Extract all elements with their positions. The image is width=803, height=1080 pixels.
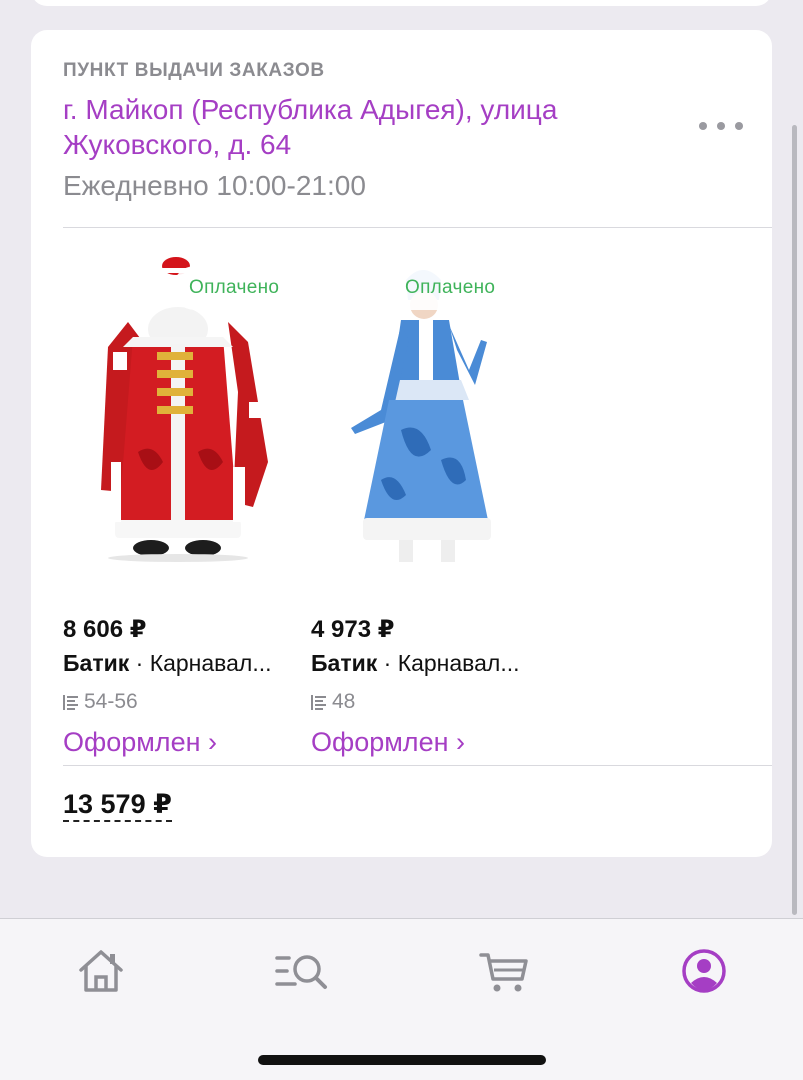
product-name: Карнавал... xyxy=(397,650,520,676)
size-lines-icon xyxy=(63,694,78,710)
product-size: 54-56 xyxy=(63,690,138,714)
home-indicator xyxy=(258,1055,546,1065)
paid-badge: Оплачено xyxy=(173,266,296,310)
product-name: Карнавал... xyxy=(149,650,272,676)
separator: · xyxy=(129,650,150,676)
order-status-link[interactable]: Оформлен › xyxy=(63,727,217,758)
dot xyxy=(717,122,725,130)
product-size-value: 54-56 xyxy=(84,690,138,713)
profile-icon xyxy=(682,949,726,993)
tab-profile[interactable] xyxy=(678,945,730,997)
product-price: 4 973 ₽ xyxy=(311,616,395,643)
home-icon xyxy=(79,950,123,992)
scrollbar[interactable] xyxy=(792,125,797,915)
separator: · xyxy=(377,650,398,676)
divider xyxy=(63,765,772,766)
tab-home[interactable] xyxy=(75,945,127,997)
product-title[interactable]: Батик · Карнавал... xyxy=(311,650,520,677)
more-options-button[interactable] xyxy=(699,112,743,140)
pickup-address[interactable]: г. Майкоп (Республика Адыгея), улица Жук… xyxy=(63,92,663,162)
previous-card xyxy=(31,0,772,6)
paid-badge: Оплачено xyxy=(389,266,512,310)
product-size: 48 xyxy=(311,690,355,714)
order-total[interactable]: 13 579 ₽ xyxy=(63,790,172,822)
product-price: 8 606 ₽ xyxy=(63,616,147,643)
order-status-link[interactable]: Оформлен › xyxy=(311,727,465,758)
pickup-caption: ПУНКТ ВЫДАЧИ ЗАКАЗОВ xyxy=(63,60,325,81)
divider xyxy=(63,227,772,228)
product-brand: Батик xyxy=(63,650,130,676)
cart-icon xyxy=(479,953,528,992)
tab-catalog[interactable] xyxy=(275,945,327,997)
pickup-hours: Ежедневно 10:00-21:00 xyxy=(63,170,366,201)
size-lines-icon xyxy=(311,694,326,710)
product-brand: Батик xyxy=(311,650,378,676)
order-card: ПУНКТ ВЫДАЧИ ЗАКАЗОВ г. Майкоп (Республи… xyxy=(31,30,772,857)
dot xyxy=(735,122,743,130)
dot xyxy=(699,122,707,130)
product-title[interactable]: Батик · Карнавал... xyxy=(63,650,272,677)
tab-cart[interactable] xyxy=(478,945,530,997)
catalog-search-icon xyxy=(275,955,327,989)
product-size-value: 48 xyxy=(332,690,356,713)
